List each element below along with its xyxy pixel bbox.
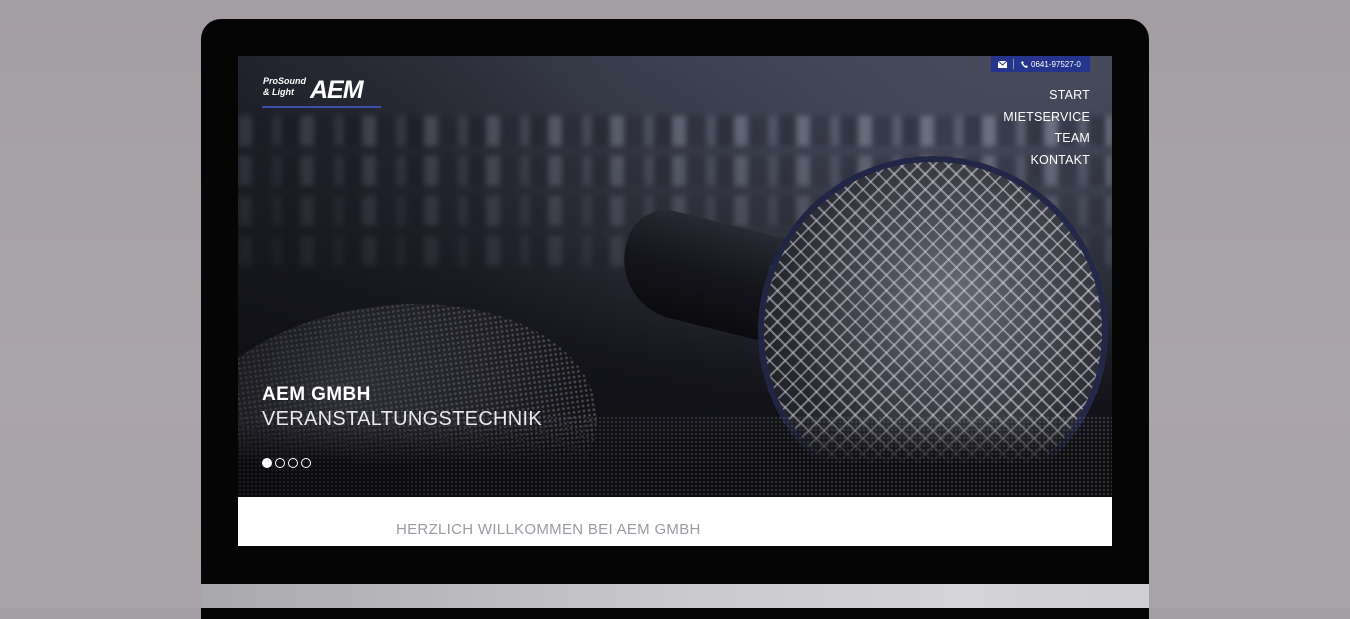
logo-line1: ProSound <box>263 76 306 86</box>
contact-bar: 0641-97527-0 <box>991 56 1090 72</box>
logo-mark: AEM <box>309 76 365 104</box>
slider-dot-3[interactable] <box>288 458 298 468</box>
hero-title: AEM GMBH <box>262 384 371 405</box>
hero-slider: ProSound & Light AEM 0641-97527-0 START … <box>238 56 1112 497</box>
website-screen: ProSound & Light AEM 0641-97527-0 START … <box>238 56 1112 546</box>
monitor-stand <box>201 584 1149 608</box>
welcome-heading: HERZLICH WILLKOMMEN BEI AEM GMBH <box>396 521 701 538</box>
nav-item-start[interactable]: START <box>1003 85 1090 107</box>
slider-pagination <box>262 458 311 468</box>
main-nav: START MIETSERVICE TEAM KONTAKT <box>1003 85 1090 171</box>
nav-item-kontakt[interactable]: KONTAKT <box>1003 150 1090 172</box>
slider-dot-1[interactable] <box>262 458 272 468</box>
aem-logo[interactable]: ProSound & Light AEM <box>262 70 382 106</box>
welcome-section: HERZLICH WILLKOMMEN BEI AEM GMBH <box>238 497 1112 546</box>
slider-dot-2[interactable] <box>275 458 285 468</box>
hero-subtitle: VERANSTALTUNGSTECHNIK <box>262 408 543 430</box>
mail-icon[interactable] <box>991 59 1014 69</box>
logo-line2: & Light <box>263 87 295 97</box>
nav-item-mietservice[interactable]: MIETSERVICE <box>1003 107 1090 129</box>
phone-link[interactable]: 0641-97527-0 <box>1014 60 1081 69</box>
nav-item-team[interactable]: TEAM <box>1003 128 1090 150</box>
slider-dot-4[interactable] <box>301 458 311 468</box>
phone-icon <box>1021 60 1028 68</box>
phone-number: 0641-97527-0 <box>1031 59 1081 69</box>
logo-underline <box>262 106 381 108</box>
